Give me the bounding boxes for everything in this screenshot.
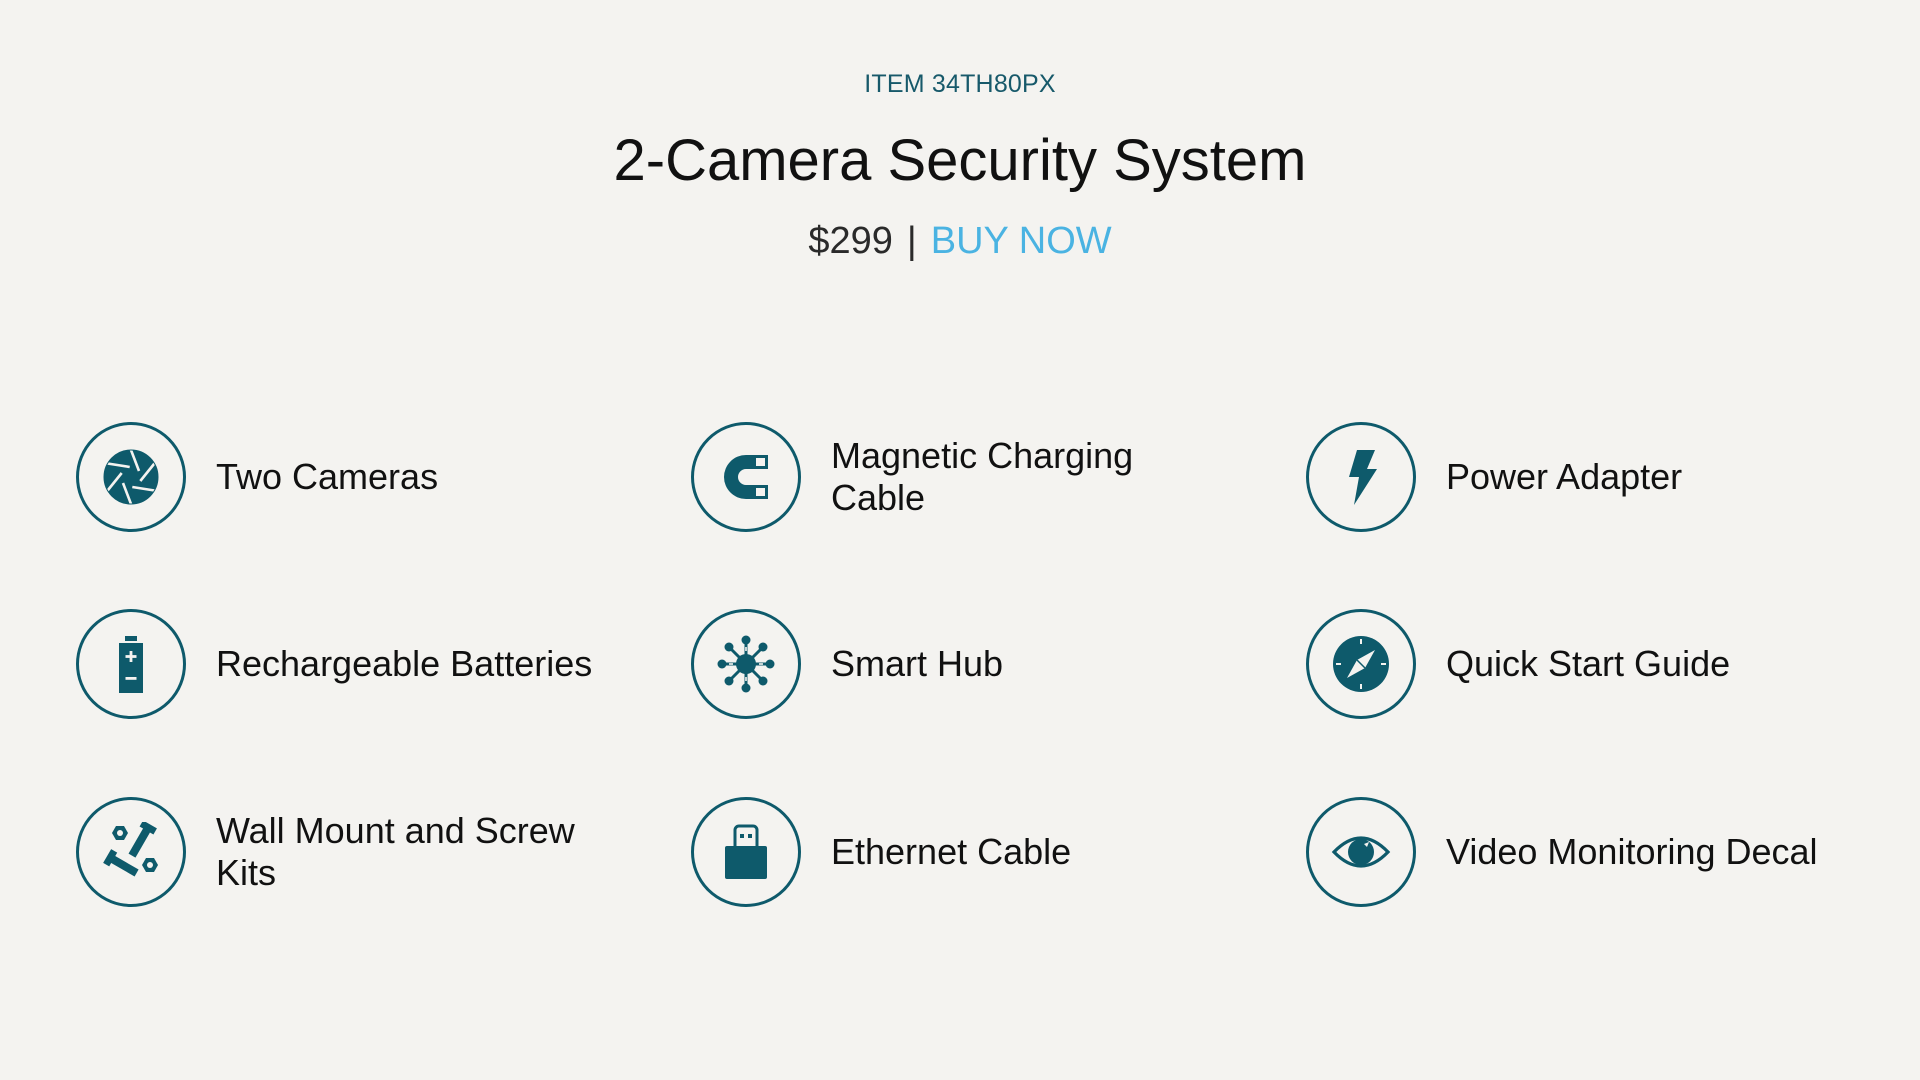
feature-quick-start-guide: Quick Start Guide xyxy=(1306,609,1846,719)
feature-power-adapter: Power Adapter xyxy=(1306,422,1846,532)
feature-rechargeable-batteries: Rechargeable Batteries xyxy=(76,609,616,719)
magnet-icon xyxy=(724,455,768,499)
feature-icon-ring xyxy=(691,422,801,532)
feature-icon-ring xyxy=(1306,797,1416,907)
item-code: ITEM 34TH80PX xyxy=(864,70,1056,98)
feature-smart-hub: Smart Hub xyxy=(691,609,1231,719)
feature-video-monitoring-decal: Video Monitoring Decal xyxy=(1306,797,1846,907)
feature-icon-ring xyxy=(76,609,186,719)
feature-magnetic-charging-cable: Magnetic Charging Cable xyxy=(691,422,1231,532)
feature-icon-ring xyxy=(1306,609,1416,719)
feature-label: Ethernet Cable xyxy=(831,831,1072,872)
feature-icon-ring xyxy=(76,422,186,532)
feature-icon-ring xyxy=(691,797,801,907)
feature-label: Rechargeable Batteries xyxy=(216,643,593,684)
battery-icon xyxy=(119,636,143,693)
price-separator: | xyxy=(906,220,917,262)
price-line: $299 | BUY NOW xyxy=(0,218,1920,264)
feature-label: Quick Start Guide xyxy=(1446,643,1731,684)
feature-label: Magnetic Charging Cable xyxy=(831,435,1134,518)
feature-label: Two Cameras xyxy=(216,456,439,497)
feature-label: Power Adapter xyxy=(1446,456,1683,497)
eye-icon xyxy=(1331,836,1391,868)
price: $299 xyxy=(808,220,893,262)
feature-label: Wall Mount and Screw Kits xyxy=(216,810,575,893)
feature-icon-ring xyxy=(76,797,186,907)
camera-aperture-icon xyxy=(103,449,159,505)
compass-icon xyxy=(1333,636,1389,692)
page-title: 2-Camera Security System xyxy=(613,128,1307,193)
buy-now-link[interactable]: BUY NOW xyxy=(931,220,1112,262)
feature-icon-ring xyxy=(1306,422,1416,532)
screws-bolts-icon xyxy=(103,822,158,877)
hub-network-icon xyxy=(717,635,775,693)
feature-label: Video Monitoring Decal xyxy=(1446,831,1818,872)
feature-ethernet-cable: Ethernet Cable xyxy=(691,797,1231,907)
feature-label: Smart Hub xyxy=(831,643,1004,684)
lightning-bolt-icon xyxy=(1349,450,1377,505)
feature-two-cameras: Two Cameras xyxy=(76,422,616,532)
feature-wall-mount-screw-kits: Wall Mount and Screw Kits xyxy=(76,797,616,907)
feature-icon-ring xyxy=(691,609,801,719)
usb-plug-icon xyxy=(725,824,767,879)
